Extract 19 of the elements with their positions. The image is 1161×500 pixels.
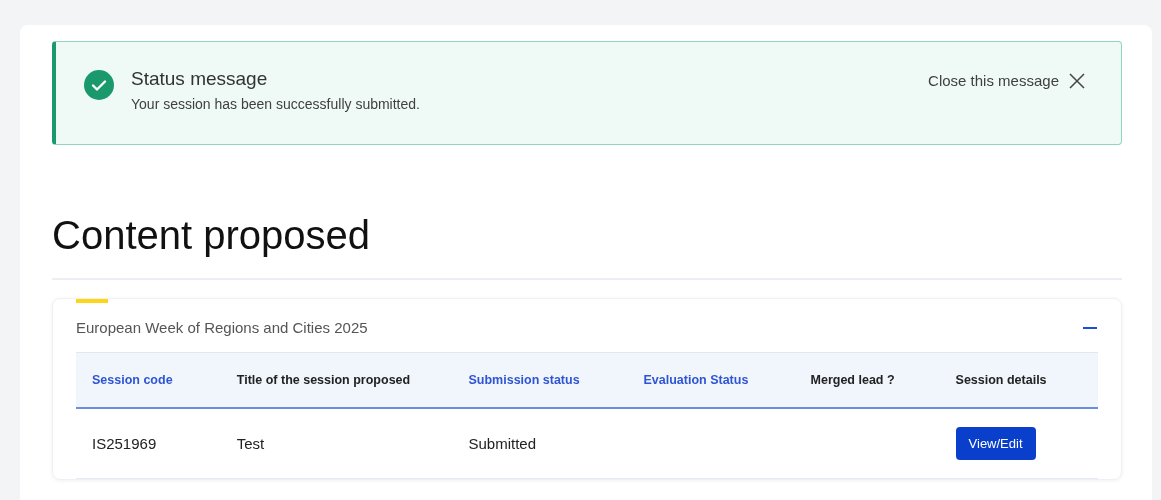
column-header: Merged lead ? bbox=[810, 373, 895, 387]
view-edit-button[interactable]: View/Edit bbox=[955, 427, 1036, 460]
alert-text: Your session has been successfully submitted. bbox=[131, 96, 421, 112]
table-cell: Submitted bbox=[468, 435, 537, 452]
sortable-column-header[interactable]: Submission status bbox=[468, 373, 580, 387]
table-cell: Test bbox=[236, 435, 265, 452]
table-cell: IS251969 bbox=[92, 435, 157, 452]
minus-icon bbox=[1082, 326, 1098, 329]
page-heading: Content proposed bbox=[52, 213, 371, 258]
close-icon bbox=[1069, 72, 1085, 89]
sortable-column-header[interactable]: Evaluation Status bbox=[643, 373, 749, 387]
column-header: Session details bbox=[955, 373, 1047, 387]
accordion-title: European Week of Regions and Cities 2025 bbox=[76, 319, 368, 336]
accent-bar bbox=[76, 299, 108, 303]
sortable-column-header[interactable]: Session code bbox=[92, 373, 173, 387]
success-check-icon bbox=[84, 70, 114, 100]
column-header: Title of the session proposed bbox=[236, 373, 411, 387]
alert-title: Status message bbox=[131, 68, 269, 90]
close-message-button[interactable]: Close this message bbox=[926, 70, 1087, 91]
